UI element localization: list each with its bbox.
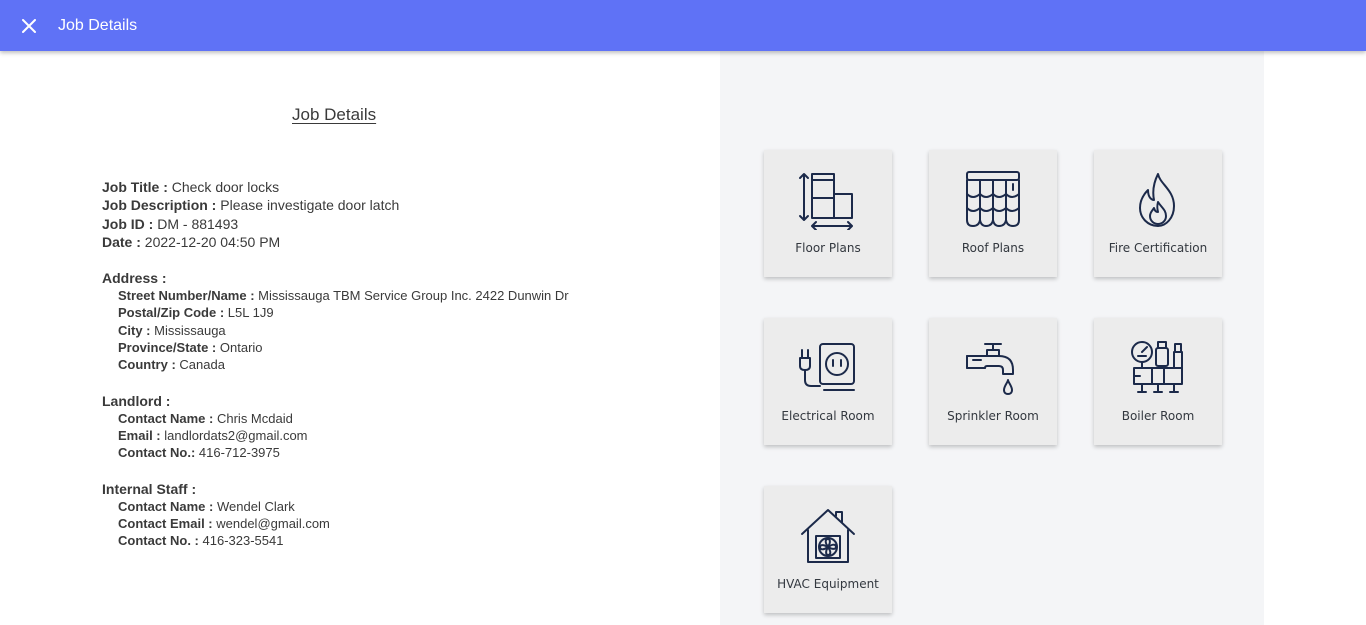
fire-icon [1126, 168, 1190, 232]
job-date-row: Date : 2022-12-20 04:50 PM [102, 233, 569, 251]
field-label: Job Description : [102, 197, 217, 214]
faucet-icon [961, 336, 1025, 400]
field-label: Date : [102, 233, 141, 250]
field-label: Email : [118, 427, 161, 443]
tile-sprinkler-room[interactable]: Sprinkler Room [929, 318, 1057, 445]
section-title: Address : [102, 270, 167, 287]
tile-label: HVAC Equipment [777, 577, 879, 591]
hvac-house-fan-icon [796, 504, 860, 568]
province-value: Ontario [219, 340, 263, 356]
province-row: Province/State : Ontario [118, 339, 569, 356]
staff-name-row: Contact Name : Wendel Clark [118, 498, 569, 515]
tile-label: Electrical Room [781, 409, 875, 423]
header-title: Job Details [58, 16, 138, 34]
field-label: Postal/Zip Code : [118, 305, 225, 321]
electrical-outlet-icon [796, 336, 860, 400]
landlord-phone-value: 416-712-3975 [198, 445, 280, 461]
job-id-row: Job ID : DM - 881493 [102, 215, 569, 233]
postal-value: L5L 1J9 [227, 305, 274, 321]
staff-phone-row: Contact No. : 416-323-5541 [118, 532, 569, 549]
landlord-name-value: Chris Mcdaid [216, 410, 293, 426]
field-label: Job ID : [102, 215, 154, 232]
tile-label: Floor Plans [795, 241, 861, 255]
field-label: Job Title : [102, 179, 168, 195]
tile-label: Roof Plans [961, 241, 1025, 255]
close-button[interactable] [0, 0, 58, 51]
section-title: Internal Staff : [102, 480, 197, 497]
floor-plans-icon [796, 168, 860, 232]
tile-floor-plans[interactable]: Floor Plans [764, 150, 892, 277]
roof-plans-icon [961, 168, 1025, 232]
field-label: Country : [118, 357, 176, 373]
tile-fire-certification[interactable]: Fire Certification [1094, 150, 1222, 277]
address-section: Address : Street Number/Name : Mississau… [102, 269, 569, 373]
landlord-phone-row: Contact No.: 416-712-3975 [118, 444, 569, 461]
landlord-section: Landlord : Contact Name : Chris Mcdaid E… [102, 392, 569, 462]
country-value: Canada [179, 357, 225, 373]
staff-email-value: wendel@gmail.com [216, 515, 330, 531]
section-title: Landlord : [102, 392, 171, 409]
staff-phone-value: 416-323-5541 [202, 533, 284, 549]
job-description-value: Please investigate door latch [220, 197, 400, 214]
page-title: Job Details [292, 105, 377, 124]
tile-label: Sprinkler Room [947, 409, 1039, 423]
landlord-name-row: Contact Name : Chris Mcdaid [118, 410, 569, 427]
city-value: Mississauga [154, 322, 226, 338]
field-label: Contact Email : [118, 515, 213, 531]
close-icon [22, 18, 36, 33]
tile-label: Boiler Room [1121, 409, 1195, 423]
tile-electrical-room[interactable]: Electrical Room [764, 318, 892, 445]
job-info: Job Title : Check door locks Job Descrip… [102, 178, 569, 549]
field-label: City : [118, 322, 151, 338]
internal-staff-section: Internal Staff : Contact Name : Wendel C… [102, 480, 569, 550]
field-label: Contact Name : [118, 410, 214, 426]
job-details-panel: Job Details Job Title : Check door locks… [0, 51, 720, 625]
tile-boiler-room[interactable]: Boiler Room [1094, 318, 1222, 445]
street-row: Street Number/Name : Mississauga TBM Ser… [118, 287, 569, 304]
field-label: Contact No. : [118, 533, 199, 549]
boiler-icon [1126, 336, 1190, 400]
document-categories-panel: Floor Plans Roof Plans Fire Certificatio… [720, 51, 1264, 625]
tile-hvac-equipment[interactable]: HVAC Equipment [764, 486, 892, 613]
job-date-value: 2022-12-20 04:50 PM [144, 233, 281, 250]
street-value: Mississauga TBM Service Group Inc. 2422 … [258, 288, 569, 304]
job-title-value: Check door locks [171, 179, 280, 195]
job-title-row: Job Title : Check door locks [102, 178, 569, 196]
field-label: Contact Name : [118, 498, 214, 514]
job-id-value: DM - 881493 [157, 215, 239, 232]
staff-name-value: Wendel Clark [216, 498, 295, 514]
staff-email-row: Contact Email : wendel@gmail.com [118, 515, 569, 532]
landlord-email-row: Email : landlordats2@gmail.com [118, 427, 569, 444]
tile-label: Fire Certification [1108, 241, 1208, 255]
landlord-email-value: landlordats2@gmail.com [164, 427, 308, 443]
postal-row: Postal/Zip Code : L5L 1J9 [118, 304, 569, 321]
city-row: City : Mississauga [118, 322, 569, 339]
field-label: Street Number/Name : [118, 288, 255, 304]
app-header: Job Details [0, 0, 1366, 51]
field-label: Contact No.: [118, 445, 196, 461]
tile-roof-plans[interactable]: Roof Plans [929, 150, 1057, 277]
job-description-row: Job Description : Please investigate doo… [102, 196, 569, 214]
country-row: Country : Canada [118, 356, 569, 373]
field-label: Province/State : [118, 340, 217, 356]
